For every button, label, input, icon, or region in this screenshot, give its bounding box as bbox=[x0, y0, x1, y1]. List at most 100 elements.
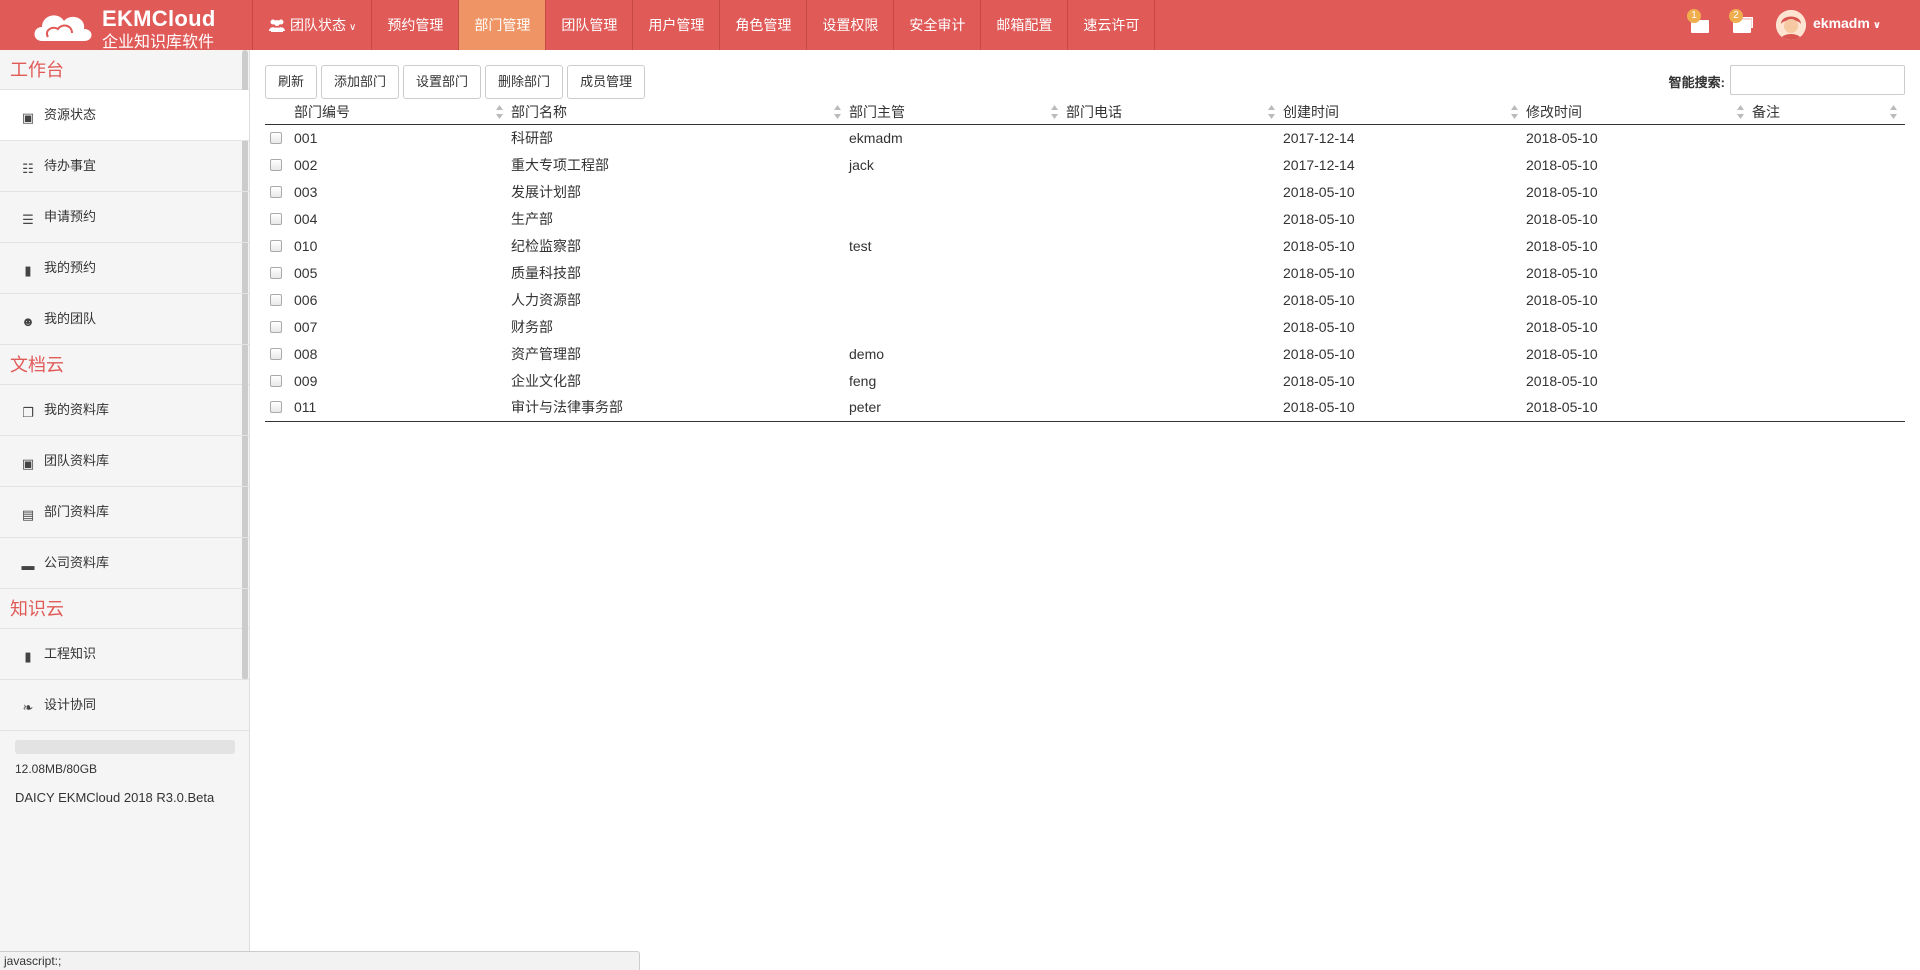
sidebar-item-design-collab[interactable]: ❧ 设计协同 bbox=[0, 680, 249, 731]
nav-item-label: 安全审计 bbox=[909, 17, 966, 33]
table-row[interactable]: 006 人力资源部 2018-05-10 2018-05-10 bbox=[265, 286, 1905, 313]
row-checkbox[interactable] bbox=[270, 266, 282, 279]
column-header-remark[interactable]: 备注 bbox=[1752, 100, 1905, 125]
nav-item-permission[interactable]: 设置权限 bbox=[806, 0, 893, 50]
sidebar-item-label: 我的预约 bbox=[44, 260, 97, 275]
sidebar-item-my-library[interactable]: ❐ 我的资料库 bbox=[0, 385, 249, 436]
cell-modified: 2018-05-10 bbox=[1526, 291, 1598, 308]
book-icon: ▮ bbox=[24, 649, 32, 664]
search-input[interactable] bbox=[1730, 65, 1905, 95]
sidebar-item-my-team[interactable]: ☻ 我的团队 bbox=[0, 294, 249, 345]
sidebar-item-todo[interactable]: ☷ 待办事宜 bbox=[0, 141, 249, 192]
table-row[interactable]: 003 发展计划部 2018-05-10 2018-05-10 bbox=[265, 178, 1905, 205]
sidebar-item-my-reservation[interactable]: ▮ 我的预约 bbox=[0, 243, 249, 294]
column-header-dept-phone[interactable]: 部门电话 bbox=[1066, 100, 1283, 125]
add-department-button[interactable]: 添加部门 bbox=[321, 65, 400, 99]
cell-dept-id: 001 bbox=[294, 129, 318, 146]
sidebar-item-company-library[interactable]: ▬ 公司资料库 bbox=[0, 538, 249, 589]
list-icon: ☰ bbox=[22, 212, 34, 227]
table-row[interactable]: 007 财务部 2018-05-10 2018-05-10 bbox=[265, 313, 1905, 340]
row-checkbox[interactable] bbox=[270, 293, 282, 306]
row-checkbox[interactable] bbox=[270, 131, 282, 144]
nav-item-label: 速云许可 bbox=[1083, 17, 1140, 33]
table-row[interactable]: 009 企业文化部 feng 2018-05-10 2018-05-10 bbox=[265, 367, 1905, 394]
row-select-cell bbox=[265, 151, 294, 178]
section-title-workbench: 工作台 bbox=[0, 50, 249, 90]
refresh-button[interactable]: 刷新 bbox=[265, 65, 318, 99]
cell-dept-id: 002 bbox=[294, 156, 318, 173]
nav-item-role[interactable]: 角色管理 bbox=[719, 0, 806, 50]
nav-item-department[interactable]: 部门管理 bbox=[458, 0, 546, 50]
nav-item-audit[interactable]: 安全审计 bbox=[893, 0, 980, 50]
cell-modified: 2018-05-10 bbox=[1526, 264, 1598, 281]
table-row[interactable]: 005 质量科技部 2018-05-10 2018-05-10 bbox=[265, 259, 1905, 286]
cell-modified: 2018-05-10 bbox=[1526, 129, 1598, 146]
cell-created: 2018-05-10 bbox=[1283, 210, 1355, 227]
cell-dept-phone bbox=[1066, 367, 1283, 394]
sort-icon bbox=[1890, 105, 1897, 119]
row-checkbox[interactable] bbox=[270, 374, 282, 387]
nav-item-license[interactable]: 速云许可 bbox=[1067, 0, 1156, 50]
storage-progress-bar bbox=[15, 740, 235, 754]
main-nav: 团队状态 ∨ 预约管理 部门管理 团队管理 用户管理 角色管理 设置权限 安全审计… bbox=[252, 0, 1156, 50]
member-management-button[interactable]: 成员管理 bbox=[567, 65, 646, 99]
file-icon: ▮ bbox=[24, 263, 32, 278]
cell-dept-phone bbox=[1066, 313, 1283, 340]
column-header-dept-manager[interactable]: 部门主管 bbox=[849, 100, 1066, 125]
table-row[interactable]: 010 纪检监察部 test 2018-05-10 2018-05-10 bbox=[265, 232, 1905, 259]
sidebar-item-team-library[interactable]: ▣ 团队资料库 bbox=[0, 436, 249, 487]
browser-status-bar: javascript:; bbox=[0, 951, 640, 970]
column-header-label: 部门编号 bbox=[294, 103, 350, 120]
nav-item-mail[interactable]: 邮箱配置 bbox=[980, 0, 1067, 50]
nav-item-reservation[interactable]: 预约管理 bbox=[371, 0, 458, 50]
row-select-cell bbox=[265, 259, 294, 286]
nav-item-team-status[interactable]: 团队状态 ∨ bbox=[252, 0, 371, 50]
nav-item-label: 用户管理 bbox=[648, 17, 705, 33]
row-checkbox[interactable] bbox=[270, 401, 282, 414]
column-header-modified[interactable]: 修改时间 bbox=[1526, 100, 1752, 125]
user-menu[interactable]: ekmadm ∨ bbox=[1813, 0, 1881, 50]
row-checkbox[interactable] bbox=[270, 185, 282, 198]
messages-button[interactable]: 1 bbox=[1687, 9, 1713, 36]
cell-dept-manager: jack bbox=[849, 156, 874, 173]
delete-department-button[interactable]: 删除部门 bbox=[485, 65, 564, 99]
column-header-dept-name[interactable]: 部门名称 bbox=[511, 100, 849, 125]
app-logo[interactable]: EKMCloud 企业知识库软件 bbox=[30, 4, 250, 51]
cell-modified: 2018-05-10 bbox=[1526, 183, 1598, 200]
avatar[interactable] bbox=[1776, 10, 1806, 40]
row-checkbox[interactable] bbox=[270, 320, 282, 333]
row-checkbox[interactable] bbox=[270, 158, 282, 171]
nav-item-label: 邮箱配置 bbox=[996, 17, 1053, 33]
tasks-button[interactable]: 2 bbox=[1729, 9, 1755, 36]
row-select-cell bbox=[265, 205, 294, 232]
cell-modified: 2018-05-10 bbox=[1526, 318, 1598, 335]
cell-modified: 2018-05-10 bbox=[1526, 345, 1598, 362]
row-select-cell bbox=[265, 124, 294, 151]
cell-dept-name: 科研部 bbox=[511, 129, 553, 146]
row-checkbox[interactable] bbox=[270, 239, 282, 252]
cell-dept-manager: feng bbox=[849, 372, 877, 389]
table-row[interactable]: 001 科研部 ekmadm 2017-12-14 2018-05-10 bbox=[265, 124, 1905, 151]
sidebar-item-resource-status[interactable]: ▣ 资源状态 bbox=[0, 90, 249, 141]
column-header-created[interactable]: 创建时间 bbox=[1283, 100, 1526, 125]
nav-item-user[interactable]: 用户管理 bbox=[632, 0, 719, 50]
section-title-doc-cloud: 文档云 bbox=[0, 345, 249, 385]
copy-icon: ❐ bbox=[22, 405, 34, 420]
username: ekmadm bbox=[1813, 15, 1870, 31]
column-header-label: 部门主管 bbox=[849, 103, 905, 120]
table-row[interactable]: 011 审计与法律事务部 peter 2018-05-10 2018-05-10 bbox=[265, 394, 1905, 422]
table-row[interactable]: 008 资产管理部 demo 2018-05-10 2018-05-10 bbox=[265, 340, 1905, 367]
row-checkbox[interactable] bbox=[270, 347, 282, 360]
sidebar-item-apply-reservation[interactable]: ☰ 申请预约 bbox=[0, 192, 249, 243]
sidebar-item-dept-library[interactable]: ▤ 部门资料库 bbox=[0, 487, 249, 538]
column-header-dept-id[interactable]: 部门编号 bbox=[294, 100, 511, 125]
set-department-button[interactable]: 设置部门 bbox=[403, 65, 482, 99]
cell-created: 2018-05-10 bbox=[1283, 394, 1526, 422]
table-row[interactable]: 004 生产部 2018-05-10 2018-05-10 bbox=[265, 205, 1905, 232]
sidebar-item-engineering-knowledge[interactable]: ▮ 工程知识 bbox=[0, 629, 249, 680]
cell-remark bbox=[1752, 178, 1905, 205]
row-checkbox[interactable] bbox=[270, 212, 282, 225]
table-row[interactable]: 002 重大专项工程部 jack 2017-12-14 2018-05-10 bbox=[265, 151, 1905, 178]
avatar-icon bbox=[1776, 10, 1806, 40]
nav-item-team[interactable]: 团队管理 bbox=[545, 0, 632, 50]
